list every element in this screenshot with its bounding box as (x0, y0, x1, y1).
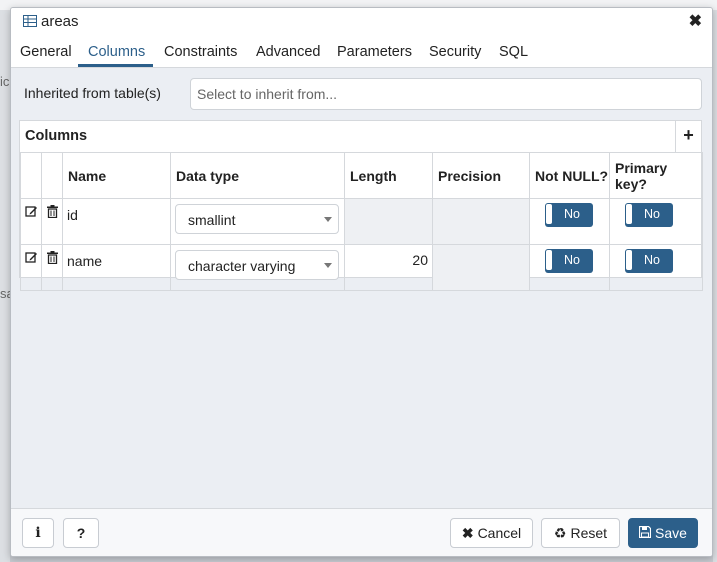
columns-table: Name Data type Length Precision Not NULL… (20, 152, 703, 291)
tab-constraints[interactable]: Constraints (164, 44, 237, 60)
header-not-null: Not NULL? (529, 152, 610, 199)
help-icon: ? (76, 525, 86, 541)
columns-grid-title: Columns (25, 128, 88, 144)
reset-button[interactable]: ♻ Reset (541, 518, 620, 548)
active-tab-indicator (78, 64, 153, 67)
primary-key-toggle[interactable]: No (625, 249, 673, 273)
tab-bar: General Columns Constraints Advanced Par… (11, 36, 712, 68)
data-type-cell: character varying (170, 244, 345, 291)
not-null-toggle[interactable]: No (545, 203, 593, 227)
table-properties-dialog: areas ✖ General Columns Constraints Adva… (10, 7, 713, 557)
header-name: Name (62, 152, 171, 199)
tab-sql[interactable]: SQL (499, 44, 528, 60)
close-icon: ✖ (461, 524, 474, 541)
header-data-type: Data type (170, 152, 345, 199)
edit-icon[interactable] (20, 244, 42, 291)
column-name-cell[interactable]: name (62, 244, 171, 291)
background-right-panel (713, 10, 717, 562)
delete-icon[interactable] (41, 244, 63, 291)
info-button[interactable]: i (22, 518, 54, 548)
save-icon (638, 525, 652, 541)
header-precision: Precision (432, 152, 530, 199)
column-name-cell[interactable]: id (62, 198, 171, 245)
header-length: Length (344, 152, 433, 199)
tab-advanced[interactable]: Advanced (256, 44, 321, 60)
dialog-footer: i ? ✖ Cancel ♻ Reset Save (11, 508, 712, 556)
tab-columns[interactable]: Columns (88, 44, 145, 60)
close-icon[interactable]: ✖ (689, 11, 702, 31)
save-button[interactable]: Save (628, 518, 698, 548)
help-button[interactable]: ? (63, 518, 99, 548)
not-null-cell: No (529, 244, 610, 291)
tab-parameters[interactable]: Parameters (337, 44, 412, 60)
recycle-icon: ♻ (553, 524, 567, 541)
chevron-down-icon (324, 263, 332, 268)
data-type-cell: smallint (170, 198, 345, 245)
edit-icon[interactable] (20, 198, 42, 245)
columns-grid: Columns + Name Data type Length Precisio… (19, 120, 703, 291)
precision-cell (432, 198, 530, 245)
header-delete-col (41, 152, 63, 199)
header-edit-col (20, 152, 42, 199)
columns-grid-header: Columns + (20, 121, 701, 153)
table-header-row: Name Data type Length Precision Not NULL… (20, 152, 703, 199)
data-type-select[interactable]: smallint (175, 204, 339, 234)
tab-general[interactable]: General (20, 44, 72, 60)
inherit-from-select[interactable]: Select to inherit from... (190, 78, 702, 110)
table-icon (23, 14, 37, 32)
dialog-title: areas (41, 13, 79, 30)
primary-key-cell: No (609, 244, 703, 291)
primary-key-cell: No (609, 198, 703, 245)
info-icon: i (35, 525, 41, 541)
primary-key-toggle[interactable]: No (625, 203, 673, 227)
delete-icon[interactable] (41, 198, 63, 245)
cancel-button[interactable]: ✖ Cancel (450, 518, 533, 548)
not-null-toggle[interactable]: No (545, 249, 593, 273)
inherited-from-label: Inherited from table(s) (24, 85, 161, 101)
add-column-button[interactable]: + (675, 121, 701, 152)
length-cell (344, 198, 433, 245)
background-text-fragment: ic (0, 74, 10, 89)
chevron-down-icon (324, 217, 332, 222)
precision-cell (432, 244, 530, 291)
not-null-cell: No (529, 198, 610, 245)
table-row: name character varying 20 No No (20, 244, 703, 291)
table-row: id smallint No No (20, 198, 703, 245)
tab-security[interactable]: Security (429, 44, 481, 60)
header-primary-key: Primary key? (609, 152, 703, 199)
dialog-titlebar: areas ✖ (11, 8, 712, 36)
length-cell[interactable]: 20 (344, 244, 433, 291)
data-type-select[interactable]: character varying (175, 250, 339, 280)
